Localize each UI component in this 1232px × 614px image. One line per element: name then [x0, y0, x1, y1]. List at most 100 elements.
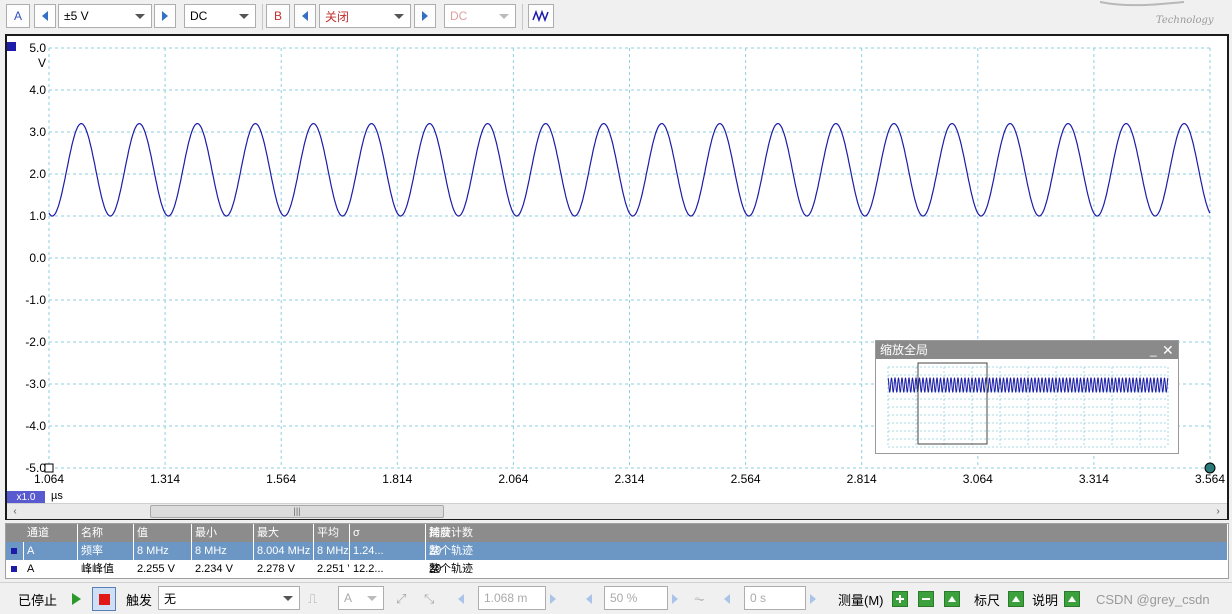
y-tick-label: 5.0: [29, 41, 46, 55]
chevron-down-icon: [394, 14, 404, 19]
pretrigger-up-button[interactable]: [672, 587, 678, 611]
chevron-left-icon: [586, 594, 592, 604]
trigger-source-select[interactable]: A: [338, 586, 384, 610]
chevron-right-icon: [810, 594, 816, 604]
delay-up-button[interactable]: [810, 587, 816, 611]
chevron-right-icon: [162, 11, 168, 21]
range-b-select[interactable]: 关闭: [319, 4, 411, 28]
x-tick-label: 2.814: [847, 472, 877, 486]
minimize-icon[interactable]: _: [1150, 344, 1160, 357]
edit-measurement-button[interactable]: [944, 587, 960, 611]
chevron-right-icon: [550, 594, 556, 604]
x-tick-label: 3.564: [1195, 472, 1225, 486]
pretrigger-down-button[interactable]: [586, 587, 592, 611]
channel-b-label: B: [273, 9, 282, 23]
range-b-up-button[interactable]: [414, 4, 436, 28]
cell-name: 频率: [78, 542, 134, 560]
ruler-button[interactable]: [1008, 587, 1024, 611]
horizontal-scrollbar[interactable]: ‹ ||| ›: [7, 503, 1227, 519]
range-b-value: 关闭: [325, 9, 350, 24]
logo-text: Technology: [1156, 15, 1214, 26]
bottom-toolbar: 已停止 触发 无 ⎍ A ⤢ ⤡ 1.068 m 50 % ⏦ 0 s 测量(M…: [0, 582, 1232, 614]
trigger-source-value: A: [344, 591, 353, 605]
header-name[interactable]: 名称: [78, 524, 134, 542]
pretrigger-input[interactable]: 50 %: [604, 586, 668, 610]
x-tick-label: 1.064: [34, 472, 64, 486]
delay-value: 0 s: [750, 591, 767, 605]
row-marker: [6, 560, 24, 578]
run-button[interactable]: [72, 587, 81, 611]
top-toolbar: A ±5 V DC B 关闭 DC Technology: [0, 0, 1232, 34]
table-row[interactable]: A峰峰值2.255 V2.234 V2.278 V2.251 V12.2...2…: [6, 560, 1228, 578]
x-tick-label: 2.314: [614, 472, 644, 486]
threshold-up-button[interactable]: [550, 587, 556, 611]
overview-graph[interactable]: [876, 359, 1178, 453]
notes-button[interactable]: [1064, 587, 1080, 611]
threshold-down-button[interactable]: [458, 587, 464, 611]
toolbar-divider: [262, 4, 263, 30]
range-down-button[interactable]: [34, 4, 56, 28]
scope-plot-panel[interactable]: 5.0 4.0 3.0 2.0 1.0 0.0 -1.0 -2.0 -3.0 -4.0 -5.0 V 1…: [5, 34, 1229, 520]
trigger-label: 触发: [126, 592, 153, 608]
threshold-input[interactable]: 1.068 m: [478, 586, 546, 610]
chevron-left-icon: [458, 594, 464, 604]
add-measurement-button[interactable]: [892, 587, 908, 611]
rising-edge-icon[interactable]: ⤢: [396, 587, 406, 611]
play-icon: [72, 593, 81, 605]
table-row[interactable]: A 频率 8 MHz 8 MHz 8.004 MHz 8 MHz 1.24... 20 整个轨迹: [6, 542, 1228, 560]
scroll-right-icon[interactable]: ›: [1212, 505, 1224, 518]
y-tick-label: -1.0: [25, 293, 46, 307]
cell-average: 8 MHz: [314, 542, 350, 560]
trigger-edge-icon[interactable]: ⎍: [308, 587, 317, 611]
scroll-left-icon[interactable]: ‹: [9, 505, 21, 518]
scroll-thumb[interactable]: |||: [150, 505, 444, 518]
delay-icon[interactable]: ⏦: [694, 587, 705, 611]
cell-span: 整个轨迹: [426, 542, 1228, 560]
header-value[interactable]: 值: [134, 524, 192, 542]
delay-input[interactable]: 0 s: [744, 586, 806, 610]
overview-title: 缩放全局: [880, 343, 929, 357]
cell-value: 8 MHz: [134, 542, 192, 560]
range-up-button[interactable]: [154, 4, 176, 28]
coupling-a-select[interactable]: DC: [184, 4, 256, 28]
chevron-right-icon: [422, 11, 428, 21]
chevron-left-icon: [42, 11, 48, 21]
cell-max: 8.004 MHz: [254, 542, 314, 560]
header-span[interactable]: 跨度: [426, 524, 1228, 542]
coupling-b-select[interactable]: DC: [444, 4, 516, 28]
header-max[interactable]: 最大: [254, 524, 314, 542]
x-unit-label: µs: [51, 490, 63, 502]
y-tick-label: -4.0: [25, 419, 46, 433]
x-tick-label: 1.314: [150, 472, 180, 486]
cell-min: 8 MHz: [192, 542, 254, 560]
range-select[interactable]: ±5 V: [58, 4, 152, 28]
measurements-header-row: 通道 名称值最小 最大 平均 σ 捕获计数 跨度: [6, 524, 1228, 542]
notes-label: 说明: [1032, 592, 1059, 608]
waveform-options-button[interactable]: [528, 4, 554, 28]
trigger-mode-select[interactable]: 无: [158, 586, 300, 610]
header-average[interactable]: 平均: [314, 524, 350, 542]
coupling-b-value: DC: [450, 9, 468, 23]
channel-b-button[interactable]: B: [266, 4, 290, 28]
threshold-value: 1.068 m: [484, 591, 528, 605]
chevron-left-icon: [724, 594, 730, 604]
y-tick-label: -2.0: [25, 335, 46, 349]
left-ruler-handle: [44, 463, 54, 473]
falling-edge-icon[interactable]: ⤡: [424, 587, 434, 611]
range-b-down-button[interactable]: [294, 4, 316, 28]
header-min[interactable]: 最小: [192, 524, 254, 542]
stop-button[interactable]: [92, 587, 116, 611]
arrow-up-icon: [1064, 591, 1080, 607]
header-channel[interactable]: 通道: [24, 524, 78, 542]
close-icon[interactable]: ✕: [1162, 343, 1176, 357]
overview-window[interactable]: 缩放全局 _ ✕: [875, 340, 1179, 454]
channel-a-label: A: [13, 9, 22, 23]
channel-a-button[interactable]: A: [6, 4, 30, 28]
pretrigger-value: 50 %: [610, 591, 638, 605]
range-value: ±5 V: [64, 9, 89, 23]
header-sigma[interactable]: σ: [350, 524, 426, 542]
y-tick-label: 1.0: [29, 209, 46, 223]
remove-measurement-button[interactable]: [918, 587, 934, 611]
delay-down-button[interactable]: [724, 587, 730, 611]
cell-channel: A: [24, 560, 78, 578]
